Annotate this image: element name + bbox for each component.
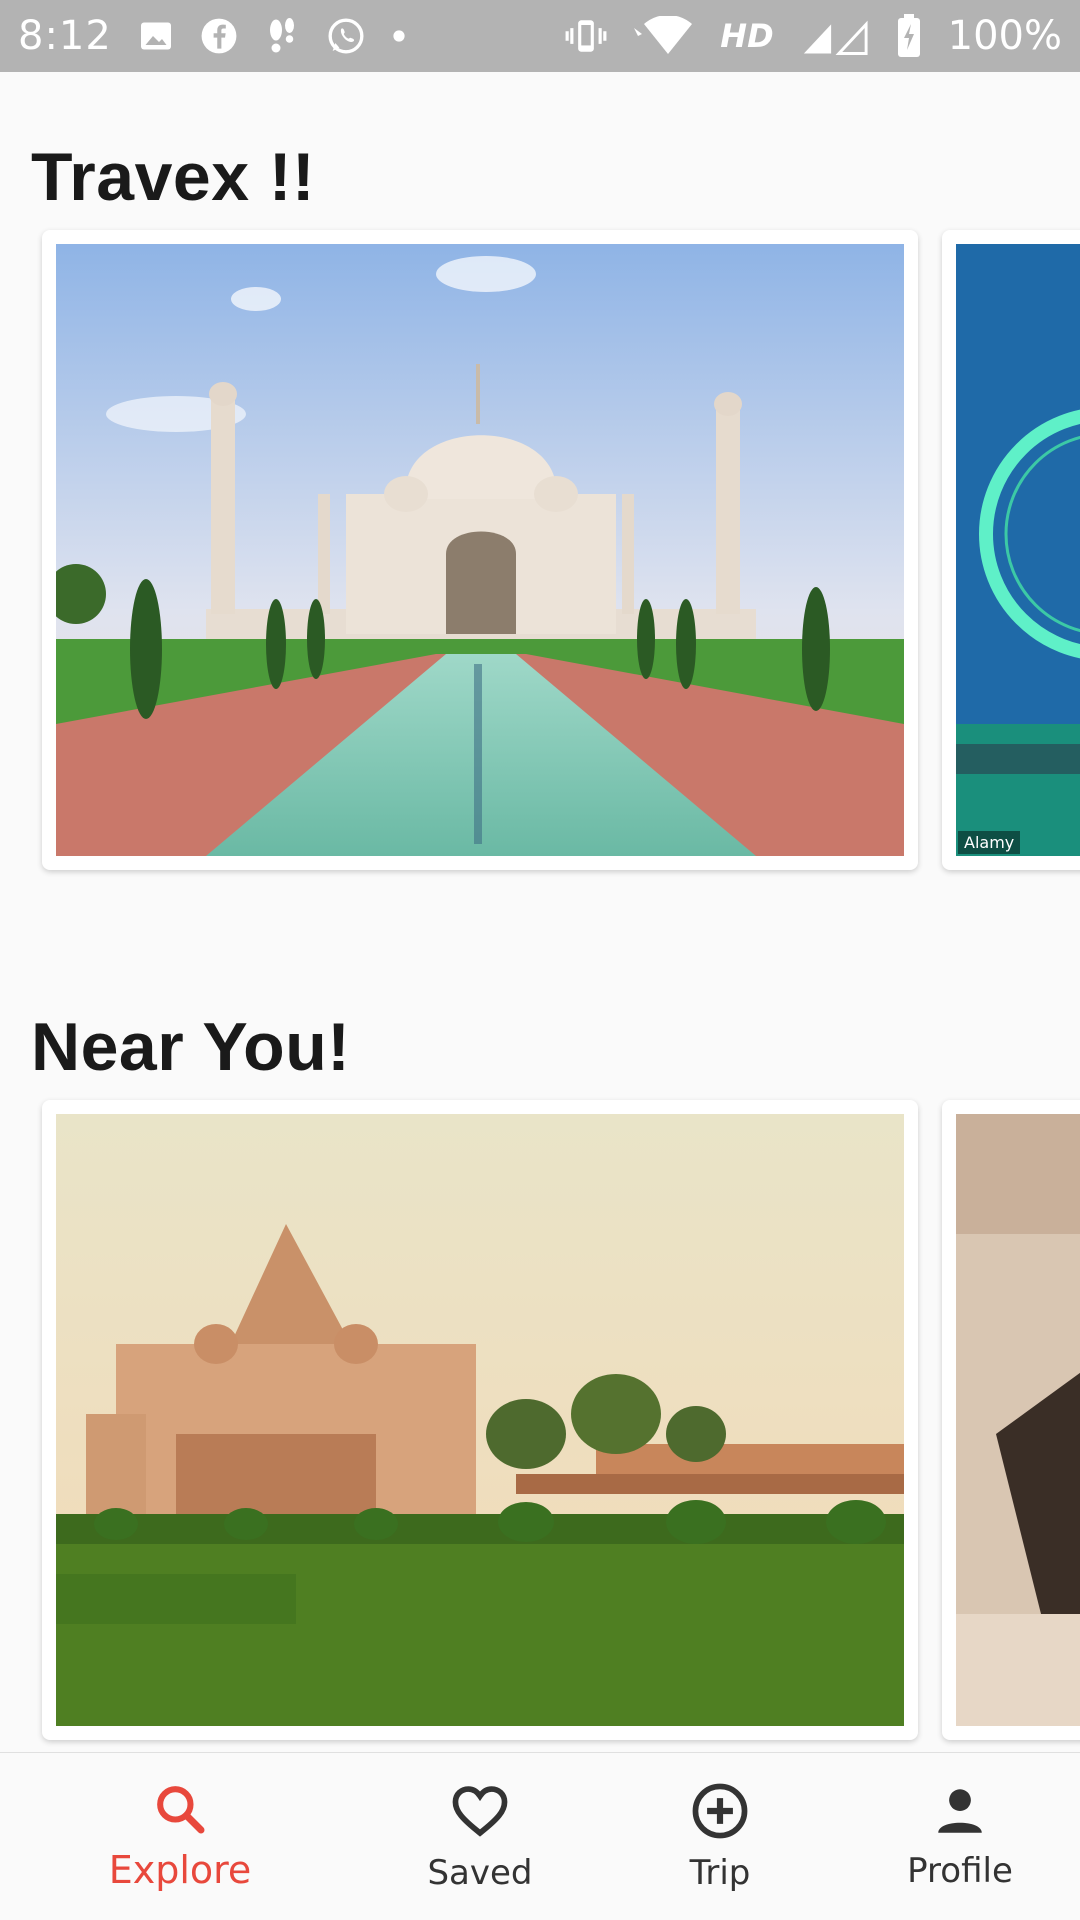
destination-card-carving[interactable] — [942, 1100, 1080, 1740]
status-bar: 8:12 HD 100% — [0, 0, 1080, 72]
section-title-travex: Travex !! — [31, 139, 316, 215]
whatsapp-icon — [326, 16, 366, 56]
nav-explore[interactable]: Explore — [0, 1753, 360, 1920]
bottom-navigation: Explore Saved Trip Profile — [0, 1752, 1080, 1920]
wifi-icon — [634, 16, 694, 56]
footprints-icon — [264, 16, 300, 56]
nav-trip[interactable]: Trip — [600, 1753, 840, 1920]
destination-card-akshardham[interactable] — [42, 1100, 918, 1740]
akshardham-photo — [56, 1114, 904, 1726]
person-icon — [931, 1782, 989, 1845]
vibrate-icon — [564, 16, 608, 56]
status-time: 8:12 — [18, 13, 112, 59]
taj-mahal-photo — [56, 244, 904, 856]
battery-icon — [896, 14, 922, 58]
nav-profile[interactable]: Profile — [840, 1753, 1080, 1920]
signal-icon — [800, 16, 870, 56]
photo-watermark: Alamy — [958, 831, 1021, 854]
gallery-icon — [138, 18, 174, 54]
heart-icon — [449, 1780, 511, 1847]
nav-profile-label: Profile — [907, 1851, 1013, 1891]
near-you-carousel[interactable] — [0, 1100, 1080, 1740]
nav-saved[interactable]: Saved — [360, 1753, 600, 1920]
network-type: HD — [720, 17, 774, 55]
nav-saved-label: Saved — [427, 1853, 533, 1893]
carving-photo — [956, 1114, 1080, 1726]
explore-content[interactable]: Travex !! Alamy Near You! — [0, 72, 1080, 1752]
battery-percent: 100% — [947, 13, 1062, 59]
section-title-near-you: Near You! — [31, 1009, 351, 1085]
destination-card-london-eye[interactable]: Alamy — [942, 230, 1080, 870]
travex-carousel[interactable]: Alamy — [0, 230, 1080, 870]
nav-trip-label: Trip — [689, 1853, 751, 1893]
dot-icon — [392, 29, 406, 43]
destination-card-taj-mahal[interactable] — [42, 230, 918, 870]
nav-explore-label: Explore — [108, 1848, 252, 1892]
london-eye-photo: Alamy — [956, 244, 1080, 856]
add-circle-icon — [689, 1780, 751, 1847]
facebook-icon — [200, 17, 238, 55]
search-icon — [152, 1781, 208, 1842]
